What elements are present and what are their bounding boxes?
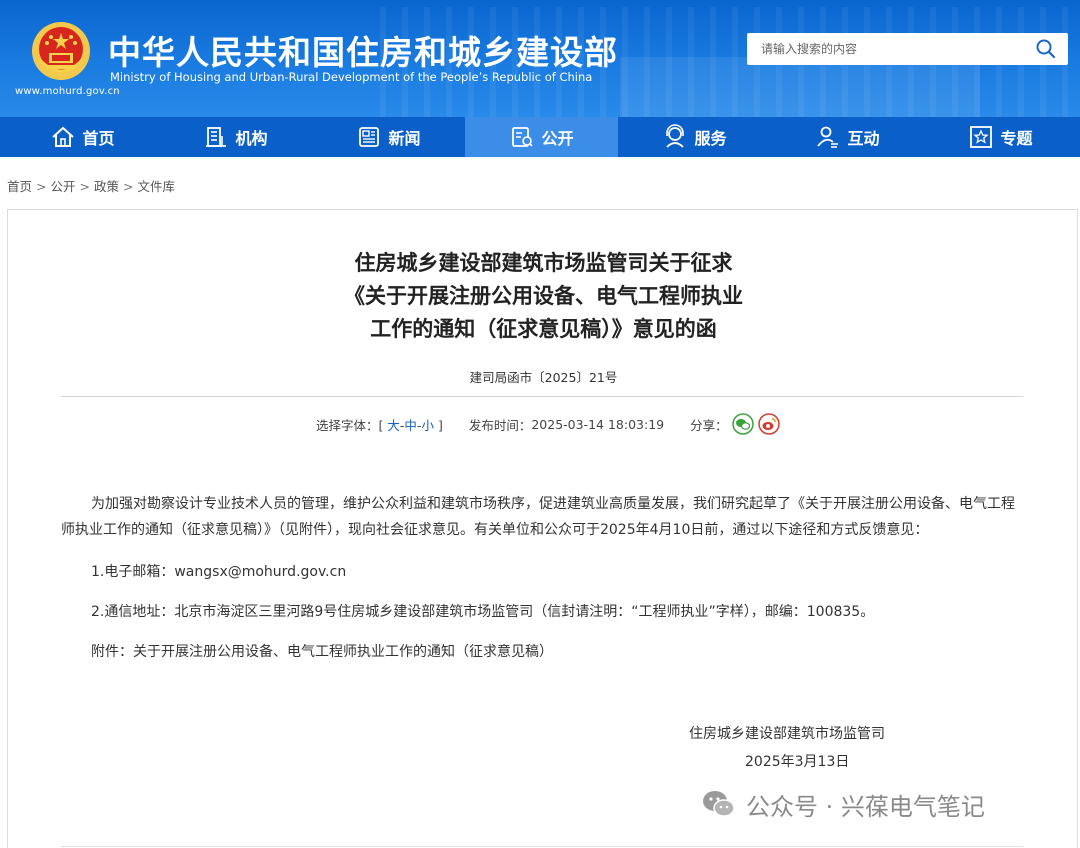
share-label: 分享：: [690, 417, 728, 433]
title-divider: [61, 396, 1023, 397]
star-icon: [970, 126, 993, 148]
interact-icon: [817, 126, 839, 148]
watermark: 公众号 · 兴葆电气笔记: [700, 785, 985, 823]
body-paragraph-attachment: 附件：关于开展注册公用设备、电气工程师执业工作的通知（征求意见稿）: [91, 644, 553, 660]
nav-item-special[interactable]: 专题: [924, 117, 1077, 157]
wechat-share-icon[interactable]: [731, 413, 754, 435]
article-meta: 选择字体： [ 大-中-小 ] 发布时间： 2025-03-14 18:03:1…: [316, 413, 780, 435]
breadcrumb-file-library[interactable]: 文件库: [138, 179, 176, 194]
nav-item-service[interactable]: 服务: [618, 117, 771, 157]
article-title-line-3: 工作的通知（征求意见稿）》意见的函: [370, 317, 717, 341]
body-paragraph-intro: 为加强对勘察设计专业技术人员的管理，维护公众利益和建筑市场秩序，促进建筑业高质量…: [61, 496, 1015, 538]
font-size-label: 选择字体：: [316, 417, 379, 433]
watermark-text: 公众号 · 兴葆电气笔记: [746, 792, 985, 821]
nav-item-label: 互动: [847, 129, 880, 148]
building-icon: [206, 127, 227, 147]
site-title-cn: 中华人民共和国住房和城乡建设部: [108, 33, 618, 72]
breadcrumb-policy[interactable]: 政策: [94, 179, 119, 194]
font-size-medium-link[interactable]: 中: [404, 418, 417, 433]
home-icon: [52, 126, 75, 147]
body-paragraph-email: 1.电子邮箱：wangsx@mohurd.gov.cn: [91, 564, 347, 580]
nav-item-news[interactable]: 新闻: [312, 117, 465, 157]
signature-date: 2025年3月13日: [745, 754, 850, 770]
article-panel: 住房城乡建设部建筑市场监管司关于征求 《关于开展注册公用设备、电气工程师执业 工…: [7, 209, 1078, 848]
weibo-share-icon[interactable]: [757, 413, 780, 435]
nav-item-institutions[interactable]: 机构: [159, 117, 312, 157]
font-size-large-link[interactable]: 大: [387, 418, 400, 433]
nav-item-label: 服务: [694, 129, 727, 148]
signature-department: 住房城乡建设部建筑市场监管司: [689, 726, 885, 742]
main-nav: 首页 机构 新闻 公开 服务 互动 专题: [0, 117, 1080, 157]
nav-item-label: 首页: [82, 129, 115, 148]
breadcrumb-public[interactable]: 公开: [51, 179, 76, 194]
news-icon: [359, 127, 380, 147]
font-size-small-link[interactable]: 小: [421, 418, 434, 433]
nav-item-label: 公开: [541, 129, 574, 148]
breadcrumb: 首页 > 公开 > 政策 > 文件库: [7, 176, 175, 195]
nav-item-label: 新闻: [388, 129, 421, 148]
publish-time: 2025-03-14 18:03:19: [531, 416, 665, 432]
search-box: [747, 33, 1068, 65]
article-title-line-2: 《关于开展注册公用设备、电气工程师执业: [344, 284, 743, 308]
header-background-shade: [620, 57, 980, 117]
breadcrumb-separator: >: [79, 179, 90, 194]
breadcrumb-home[interactable]: 首页: [7, 179, 32, 194]
document-icon: [512, 127, 534, 147]
nav-item-label: 专题: [1000, 129, 1033, 148]
body-paragraph-address: 2.通信地址：北京市海淀区三里河路9号住房城乡建设部建筑市场监管司（信封请注明：…: [91, 604, 875, 620]
national-emblem-icon: [32, 22, 90, 80]
site-title-en: Ministry of Housing and Urban-Rural Deve…: [110, 70, 593, 84]
nav-item-public[interactable]: 公开: [465, 117, 618, 157]
breadcrumb-separator: >: [123, 179, 134, 194]
font-size-selector: [ 大-中-小 ]: [378, 417, 443, 433]
publish-time-label: 发布时间：: [468, 417, 532, 433]
nav-item-label: 机构: [235, 129, 268, 148]
breadcrumb-separator: >: [36, 179, 47, 194]
site-url: www.mohurd.gov.cn: [15, 86, 120, 97]
nav-item-interact[interactable]: 互动: [771, 117, 924, 157]
article-title-line-1: 住房城乡建设部建筑市场监管司关于征求: [354, 251, 733, 275]
nav-item-home[interactable]: 首页: [6, 117, 159, 157]
site-header: www.mohurd.gov.cn 中华人民共和国住房和城乡建设部 Minist…: [0, 0, 1080, 117]
wechat-logo-icon: [703, 791, 735, 817]
search-icon[interactable]: [1034, 37, 1058, 61]
bottom-divider: [61, 846, 1023, 847]
search-input[interactable]: [747, 33, 1027, 65]
document-number: 建司局函市〔2025〕21号: [469, 370, 618, 385]
service-icon: [666, 124, 685, 148]
